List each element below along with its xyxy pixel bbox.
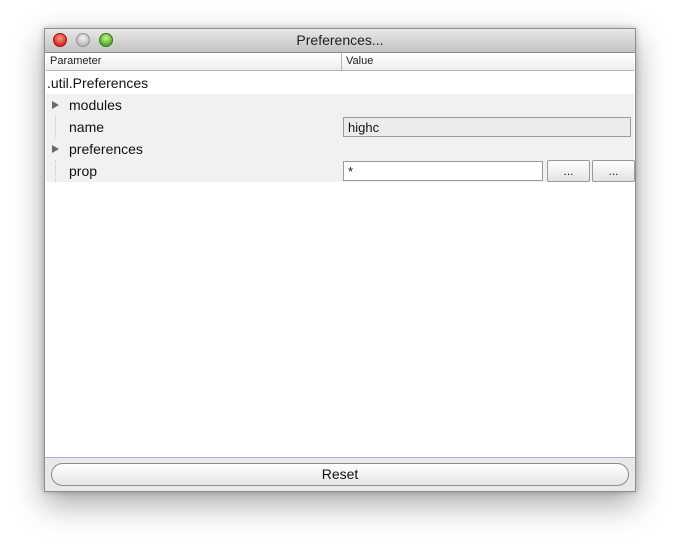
tree-row-prop[interactable]: prop * ... ... — [46, 160, 635, 182]
table-header: Parameter Value — [46, 53, 634, 71]
window-title: Preferences... — [296, 32, 384, 48]
disclosure-triangle-icon[interactable] — [52, 101, 59, 109]
tree-row-label: preferences — [69, 141, 143, 157]
title-bar[interactable]: Preferences... — [45, 29, 635, 53]
tree-row-modules[interactable]: modules — [46, 94, 634, 116]
tree-row-label: prop — [69, 163, 98, 179]
tree-row-label: modules — [69, 97, 122, 113]
column-header-parameter[interactable]: Parameter — [46, 53, 342, 70]
tree-row-name[interactable]: name highc — [46, 116, 634, 138]
prop-value-field[interactable]: * — [343, 161, 543, 181]
prop-browse-button-1[interactable]: ... — [547, 160, 590, 182]
tree-root-label: .util.Preferences — [47, 75, 149, 91]
tree-row-preferences[interactable]: preferences — [46, 138, 634, 160]
tree-guide-line — [55, 116, 56, 138]
disclosure-triangle-icon[interactable] — [52, 145, 59, 153]
reset-button[interactable]: Reset — [51, 463, 629, 486]
column-header-value[interactable]: Value — [342, 53, 634, 70]
tree-guide-line — [55, 160, 56, 182]
tree-root-row[interactable]: .util.Preferences — [46, 72, 634, 94]
name-value-field[interactable]: highc — [343, 117, 631, 137]
tree-row-label: name — [69, 119, 105, 135]
preferences-window: Preferences... Parameter Value .util.Pre… — [44, 28, 636, 492]
footer-bar: Reset — [45, 457, 635, 491]
prop-browse-button-2[interactable]: ... — [592, 160, 635, 182]
